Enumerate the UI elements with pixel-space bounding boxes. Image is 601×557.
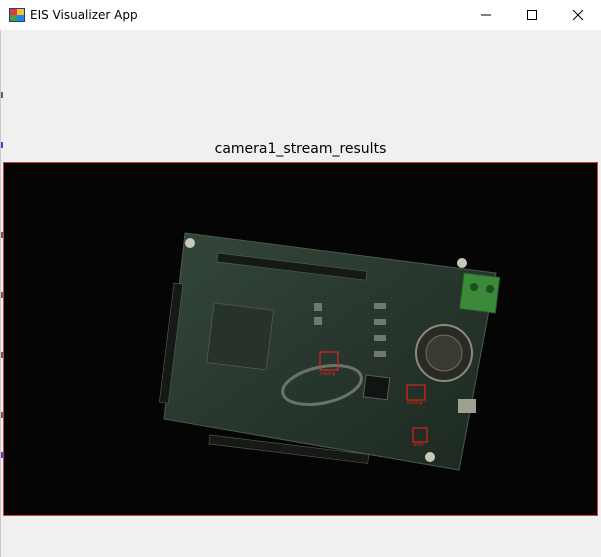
mounting-hole: [425, 452, 435, 462]
maximize-button[interactable]: [509, 0, 555, 30]
detection-label: missing: [407, 400, 423, 405]
camera-stream-view: missing missing short: [3, 162, 598, 516]
usb-port: [458, 399, 476, 413]
title-bar: EIS Visualizer App: [0, 0, 601, 30]
close-button[interactable]: [555, 0, 601, 30]
stream-title: camera1_stream_results: [214, 141, 387, 157]
processor-area: [206, 302, 275, 371]
circuit-board-image: missing missing short: [159, 232, 501, 471]
app-icon: [9, 8, 25, 22]
minimize-icon: [481, 14, 491, 16]
close-icon: [572, 9, 584, 21]
detection-label: missing: [320, 371, 336, 376]
minimize-button[interactable]: [463, 0, 509, 30]
window-title: EIS Visualizer App: [30, 8, 138, 22]
detection-label: short: [413, 442, 424, 447]
maximize-icon: [527, 10, 537, 20]
terminal-block: [459, 272, 501, 314]
chip: [362, 374, 391, 401]
